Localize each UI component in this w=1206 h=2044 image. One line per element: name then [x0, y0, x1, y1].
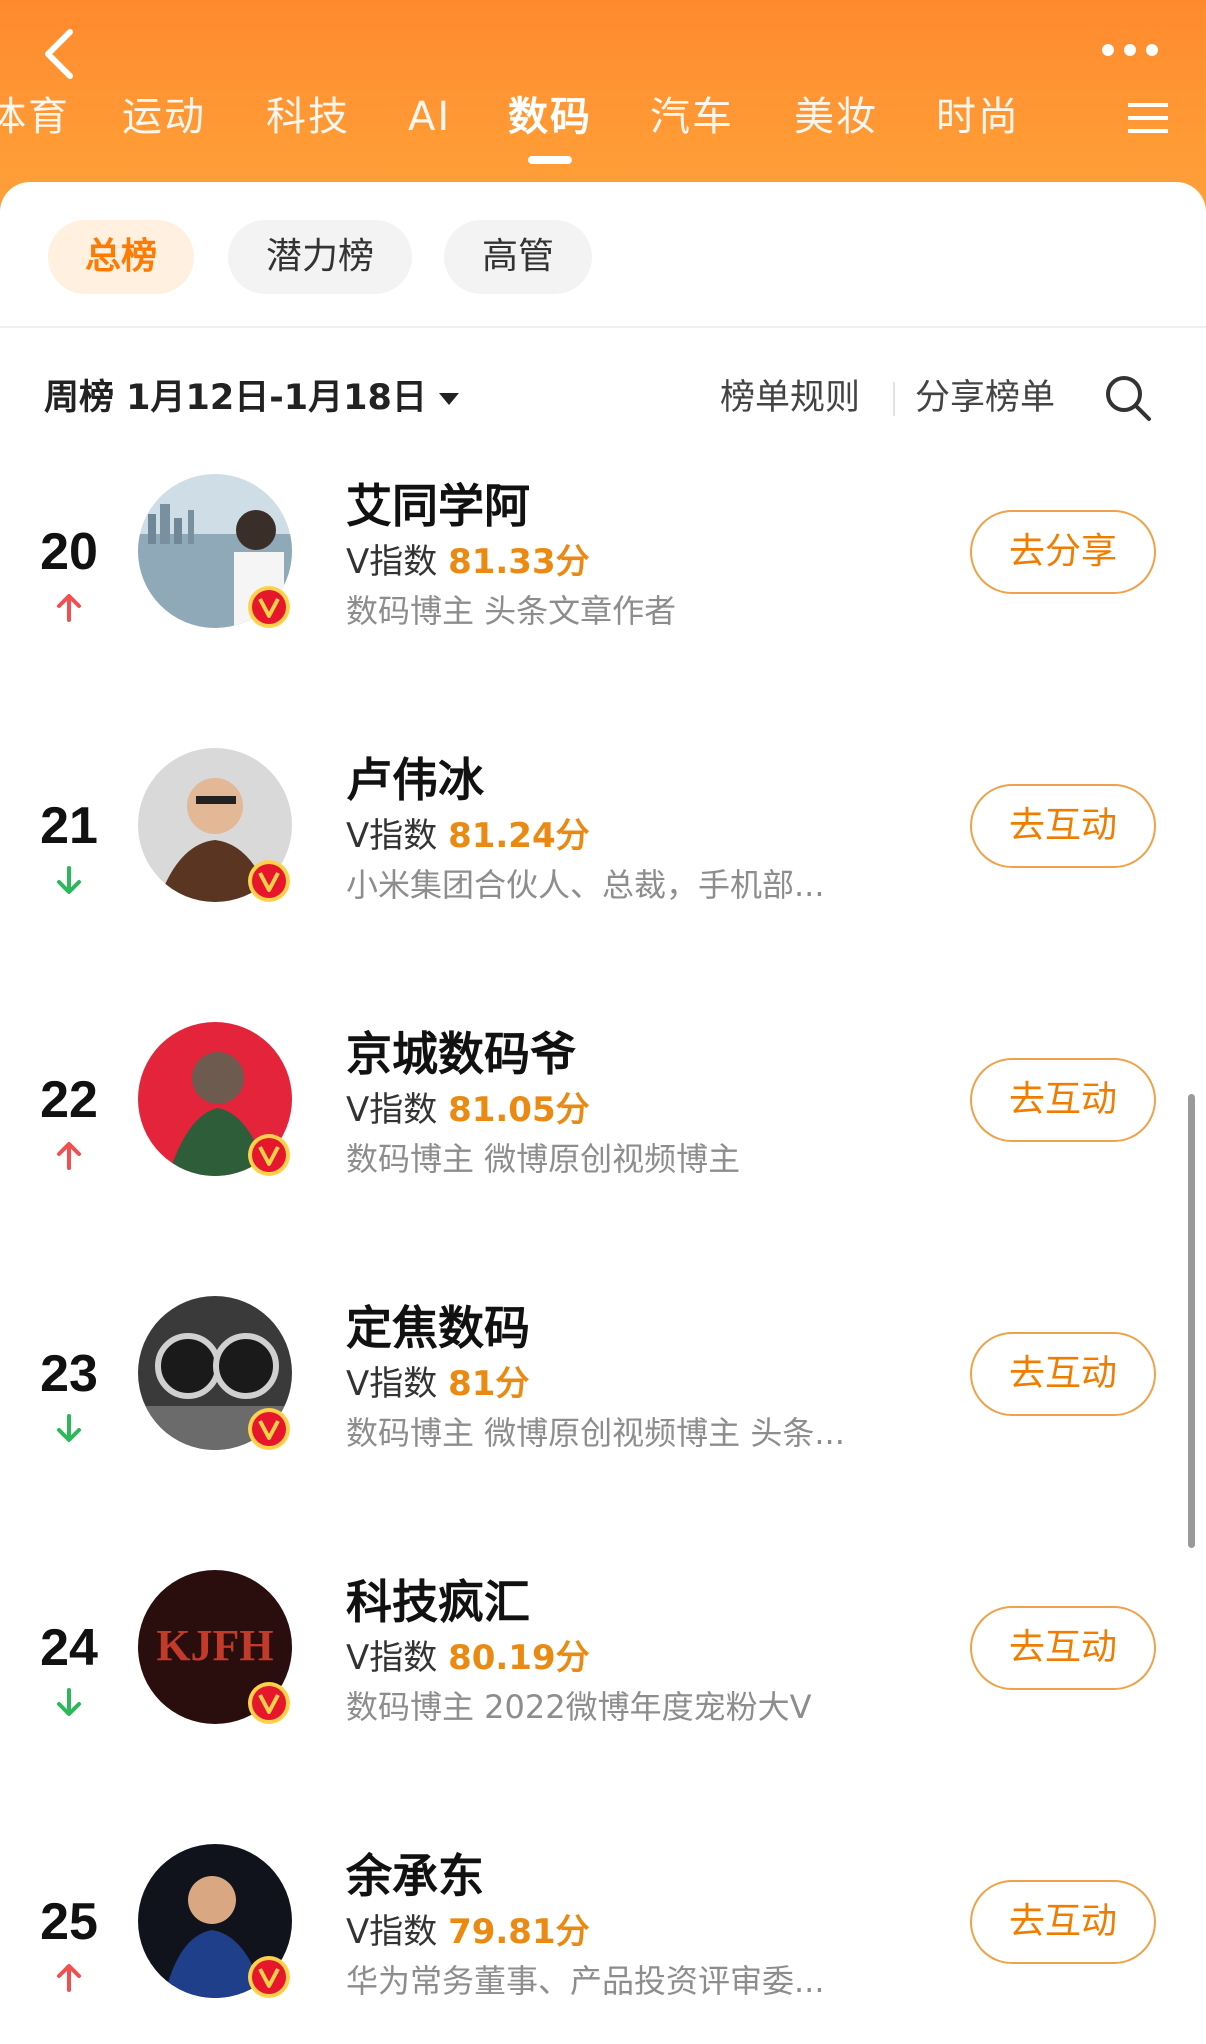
tab-digital[interactable]: 数码 — [508, 84, 592, 150]
period-label: 周榜 1月12日-1月18日 — [44, 378, 427, 418]
user-name[interactable]: 余承东 — [346, 1840, 484, 1906]
list-item[interactable]: 25 余承东 V指数 79.81分 华为常务董事、产品投资评审委... 去互动 — [0, 1844, 1206, 2044]
tab-beauty[interactable]: 美妆 — [794, 84, 878, 150]
interact-button[interactable]: 去互动 — [970, 784, 1156, 868]
rank-number: 20 — [40, 523, 98, 581]
tab-tech[interactable]: 科技 — [266, 84, 350, 150]
verified-badge-icon — [248, 586, 290, 628]
list-item[interactable]: 21 卢伟冰 V指数 81.24分 小米集团合伙人、总裁，手机部... 去互动 — [0, 748, 1206, 948]
score-label: V指数 — [346, 1364, 438, 1404]
score-label: V指数 — [346, 816, 438, 856]
arrow-down-icon — [57, 866, 81, 894]
user-description: 数码博主 头条文章作者 — [346, 592, 677, 630]
arrow-up-icon — [57, 1142, 81, 1170]
verified-badge-icon — [248, 860, 290, 902]
more-button[interactable] — [1090, 30, 1170, 70]
user-name[interactable]: 科技疯汇 — [346, 1566, 530, 1632]
chevron-left-icon — [45, 29, 73, 79]
user-name[interactable]: 定焦数码 — [346, 1292, 530, 1358]
divider — [0, 326, 1206, 328]
verified-badge-icon — [248, 1956, 290, 1998]
subtab-overall[interactable]: 总榜 — [48, 220, 194, 294]
tab-sports[interactable]: 体育 — [0, 84, 70, 150]
verified-badge-icon — [248, 1682, 290, 1724]
v-index: V指数 81.24分 — [346, 808, 590, 857]
rank-number: 25 — [40, 1893, 98, 1951]
subtab-potential[interactable]: 潜力榜 — [228, 220, 412, 294]
rules-link[interactable]: 榜单规则 — [720, 368, 860, 428]
scrollbar[interactable] — [1188, 1094, 1195, 1548]
category-tabs: 体育 运动 科技 AI 数码 汽车 美妆 时尚 — [0, 84, 1206, 164]
user-description: 小米集团合伙人、总裁，手机部... — [346, 866, 825, 904]
separator — [893, 382, 895, 416]
user-description: 数码博主 微博原创视频博主 — [346, 1140, 741, 1178]
caret-down-icon — [438, 393, 459, 405]
list-item[interactable]: 20 艾同学阿 V指数 81.33分 数码博主 头条文章作者 去分享 — [0, 474, 1206, 674]
v-index: V指数 81分 — [346, 1356, 529, 1405]
user-name[interactable]: 京城数码爷 — [346, 1018, 576, 1084]
menu-button[interactable] — [1126, 100, 1170, 136]
score-value: 79.81分 — [448, 1912, 590, 1952]
tab-fashion[interactable]: 时尚 — [936, 84, 1020, 150]
tab-auto[interactable]: 汽车 — [650, 84, 734, 150]
user-description: 华为常务董事、产品投资评审委... — [346, 1962, 825, 2000]
score-value: 81.24分 — [448, 816, 590, 856]
period-selector[interactable]: 周榜 1月12日-1月18日 — [44, 368, 459, 428]
menu-icon — [1128, 103, 1168, 133]
score-value: 80.19分 — [448, 1638, 590, 1678]
tab-ai[interactable]: AI — [408, 84, 451, 150]
arrow-down-icon — [57, 1688, 81, 1716]
more-dots-icon — [1102, 44, 1158, 56]
list-item[interactable]: 24 KJFH 科技疯汇 V指数 80.19分 数码博主 2022微博年度宠粉大… — [0, 1570, 1206, 1770]
tab-exercise[interactable]: 运动 — [122, 84, 206, 150]
interact-button[interactable]: 去互动 — [970, 1332, 1156, 1416]
interact-button[interactable]: 去互动 — [970, 1880, 1156, 1964]
v-index: V指数 79.81分 — [346, 1904, 590, 1953]
score-label: V指数 — [346, 542, 438, 582]
rank-number: 21 — [40, 797, 98, 855]
verified-badge-icon — [248, 1408, 290, 1450]
share-list-link[interactable]: 分享榜单 — [915, 368, 1055, 428]
list-item[interactable]: 23 定焦数码 V指数 81分 数码博主 微博原创视频博主 头条... 去互动 — [0, 1296, 1206, 1496]
arrow-up-icon — [57, 1964, 81, 1992]
score-value: 81.05分 — [448, 1090, 590, 1130]
subtab-executive[interactable]: 高管 — [444, 220, 592, 294]
user-description: 数码博主 微博原创视频博主 头条... — [346, 1414, 845, 1452]
rank-number: 23 — [40, 1345, 98, 1403]
score-value: 81分 — [448, 1364, 530, 1404]
v-index: V指数 80.19分 — [346, 1630, 590, 1679]
active-tab-indicator — [528, 156, 572, 164]
share-button[interactable]: 去分享 — [970, 510, 1156, 594]
score-label: V指数 — [346, 1090, 438, 1130]
list-item[interactable]: 22 京城数码爷 V指数 81.05分 数码博主 微博原创视频博主 去互动 — [0, 1022, 1206, 1222]
score-label: V指数 — [346, 1912, 438, 1952]
arrow-up-icon — [57, 594, 81, 622]
verified-badge-icon — [248, 1134, 290, 1176]
rank-number: 24 — [40, 1619, 98, 1677]
interact-button[interactable]: 去互动 — [970, 1606, 1156, 1690]
user-name[interactable]: 卢伟冰 — [346, 744, 484, 810]
rank-number: 22 — [40, 1071, 98, 1129]
search-icon — [1106, 376, 1151, 421]
v-index: V指数 81.05分 — [346, 1082, 590, 1131]
back-button[interactable] — [26, 18, 96, 88]
search-button[interactable] — [1102, 372, 1154, 424]
user-description: 数码博主 2022微博年度宠粉大V — [346, 1688, 812, 1726]
score-value: 81.33分 — [448, 542, 590, 582]
avatar-logo-text: KJFH — [156, 1621, 273, 1670]
interact-button[interactable]: 去互动 — [970, 1058, 1156, 1142]
score-label: V指数 — [346, 1638, 438, 1678]
v-index: V指数 81.33分 — [346, 534, 590, 583]
arrow-down-icon — [57, 1414, 81, 1442]
user-name[interactable]: 艾同学阿 — [346, 470, 530, 536]
